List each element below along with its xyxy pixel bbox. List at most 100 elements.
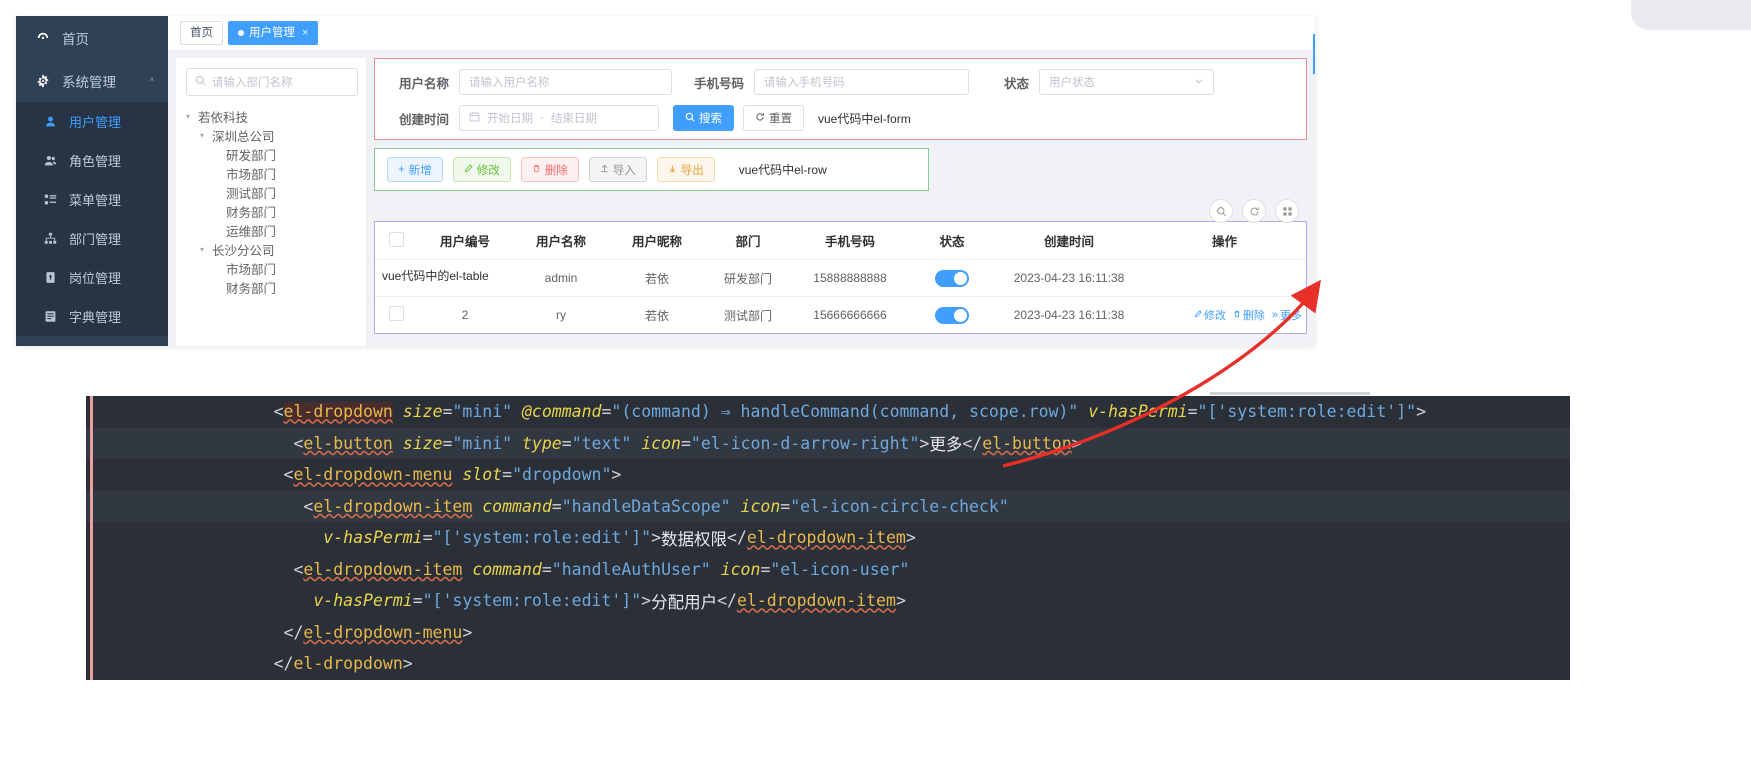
code-gutter [86, 553, 214, 586]
username-cell: ry [556, 308, 566, 322]
code-token: "handleDataScope" [561, 496, 731, 516]
code-token: "mini" [452, 433, 513, 453]
tab-home[interactable]: 首页 [180, 21, 223, 45]
tree-node[interactable]: ▾ 若依科技 [186, 107, 358, 126]
row-edit-link[interactable]: 修改 [1194, 307, 1226, 323]
scrollbar-indicator[interactable] [1313, 34, 1315, 74]
operations-cell: 修改 删除 » 更多 [1143, 297, 1306, 334]
pagination: 共2条 10条/页 ‹ 1 › 前往 1 页 [374, 334, 1307, 346]
search-button[interactable]: 搜索 [673, 105, 734, 131]
sidebar-item-label: 菜单管理 [69, 193, 122, 208]
action-toolbar: + 新增 修改 删除 导入 导出 vue代码中el-row [374, 148, 929, 191]
column-header: 用户名称 [513, 222, 609, 260]
caret-icon[interactable]: ▾ [200, 131, 212, 140]
sidebar-item-user-management[interactable]: 用户管理 [16, 102, 168, 141]
code-token: icon [720, 559, 761, 579]
row-delete-link[interactable]: 删除 [1233, 307, 1265, 323]
code-token: "el-icon-circle-check" [790, 496, 1009, 516]
search-icon [685, 112, 695, 125]
nickname-cell: 若依 [644, 308, 669, 323]
tree-node[interactable]: 市场部门 [186, 259, 358, 278]
active-dot-icon [238, 30, 244, 36]
phone-cell: 15666666666 [813, 308, 887, 322]
status-toggle[interactable] [935, 269, 969, 287]
table-header-row: 用户编号 用户名称 用户昵称 部门 手机号码 状态 创建时间 操作 [375, 222, 1306, 260]
phone-input[interactable]: 请输入手机号码 [754, 69, 969, 95]
tab-user-management[interactable]: 用户管理 × [228, 21, 319, 45]
search-icon[interactable] [1209, 199, 1233, 223]
tree-node[interactable]: ▾ 深圳总公司 [186, 126, 358, 145]
select-all-checkbox[interactable] [388, 231, 404, 247]
tree-node-label: 财务部门 [226, 282, 277, 296]
el-row-annotation: vue代码中el-row [738, 163, 827, 177]
column-header: 操作 [1143, 222, 1306, 260]
code-token: 更多 [929, 435, 963, 455]
edit-button[interactable]: 修改 [452, 157, 511, 182]
tree-node[interactable]: 研发部门 [186, 145, 358, 164]
created-cell: 2023-04-23 16:11:38 [995, 259, 1143, 297]
close-icon[interactable]: × [302, 22, 308, 44]
tree-node[interactable]: 运维部门 [186, 221, 358, 240]
code-token: "['system:role:edit']" [432, 528, 652, 548]
sidebar-item-system[interactable]: 系统管理 ^ [16, 59, 168, 102]
status-toggle[interactable] [935, 306, 969, 324]
status-select[interactable]: 用户状态 [1039, 69, 1214, 95]
code-token: el-dropdown-menu [293, 465, 453, 485]
import-button[interactable]: 导入 [588, 157, 647, 182]
sidebar-item-role-management[interactable]: 角色管理 [16, 141, 168, 180]
date-start-placeholder: 开始日期 [487, 113, 533, 125]
column-header: 创建时间 [995, 222, 1143, 260]
phone-label: 手机号码 [693, 76, 744, 91]
code-token: > [462, 622, 473, 642]
dept-cell: 研发部门 [705, 259, 791, 297]
sidebar-item-dict-management[interactable]: 字典管理 [16, 297, 168, 336]
sidebar-item-post-management[interactable]: 岗位管理 [16, 258, 168, 297]
search-icon [195, 75, 206, 89]
date-range-input[interactable]: 开始日期 - 结束日期 [459, 105, 659, 131]
table-row[interactable]: 1 admin 若依 研发部门 15888888888 2023-04-23 1… [375, 259, 1306, 297]
column-header: 部门 [705, 222, 791, 260]
row-checkbox[interactable] [388, 306, 404, 321]
code-line: < el-dropdown-item command = "handleDataSco… [86, 490, 1570, 522]
admin-app-window: 首页 系统管理 ^ 用户管理 角色管理 菜单管理 部门管理 岗位管理 字典管理 … [16, 16, 1315, 346]
add-button[interactable]: + 新增 [387, 157, 443, 182]
dept-cell: 测试部门 [723, 308, 772, 323]
export-button[interactable]: 导出 [656, 157, 715, 182]
code-gutter [86, 396, 214, 428]
code-token: "['system:role:edit']" [422, 591, 642, 611]
columns-icon[interactable] [1275, 199, 1299, 223]
delete-button[interactable]: 删除 [520, 157, 579, 182]
sidebar-item-home[interactable]: 首页 [16, 16, 168, 59]
code-token: size [402, 433, 443, 453]
sidebar-item-dept-management[interactable]: 部门管理 [16, 219, 168, 258]
sidebar-item-menu-management[interactable]: 菜单管理 [16, 180, 168, 219]
dept-search-input[interactable]: 请输入部门名称 [186, 68, 358, 96]
pencil-icon [464, 163, 473, 176]
caret-icon[interactable]: ▾ [200, 245, 212, 254]
code-token: = [1187, 402, 1198, 422]
code-token: = [541, 559, 552, 579]
tree-node[interactable]: 测试部门 [186, 183, 358, 202]
status-placeholder: 用户状态 [1049, 77, 1095, 89]
row-more-link[interactable]: » 更多 [1272, 307, 1302, 323]
username-input[interactable]: 请输入用户名称 [459, 69, 672, 95]
code-token: > [611, 465, 622, 485]
tree-node[interactable]: 财务部门 [186, 202, 358, 221]
code-token: el-dropdown-item [313, 496, 473, 516]
table-row[interactable]: 2 ry 若依 测试部门 15666666666 2023-04-23 16:1… [375, 297, 1306, 334]
refresh-icon[interactable] [1242, 199, 1266, 223]
tree-node[interactable]: 财务部门 [186, 278, 358, 297]
caret-icon[interactable]: ▾ [186, 112, 198, 121]
code-token: "text" [571, 433, 632, 453]
code-token: > [1071, 433, 1082, 453]
code-gutter [86, 648, 214, 680]
tree-node[interactable]: ▾ 长沙分公司 [186, 240, 358, 259]
tree-node[interactable]: 市场部门 [186, 164, 358, 183]
code-gutter [86, 427, 214, 460]
code-token: "['system:role:edit']" [1197, 402, 1417, 422]
reset-button[interactable]: 重置 [743, 105, 804, 131]
code-token: "(command) ⇒ handleCommand(command, scop… [611, 402, 1079, 422]
table-zone: 用户编号 用户名称 用户昵称 部门 手机号码 状态 创建时间 操作 admin … [374, 197, 1307, 334]
table-tool-icons [1209, 199, 1299, 223]
